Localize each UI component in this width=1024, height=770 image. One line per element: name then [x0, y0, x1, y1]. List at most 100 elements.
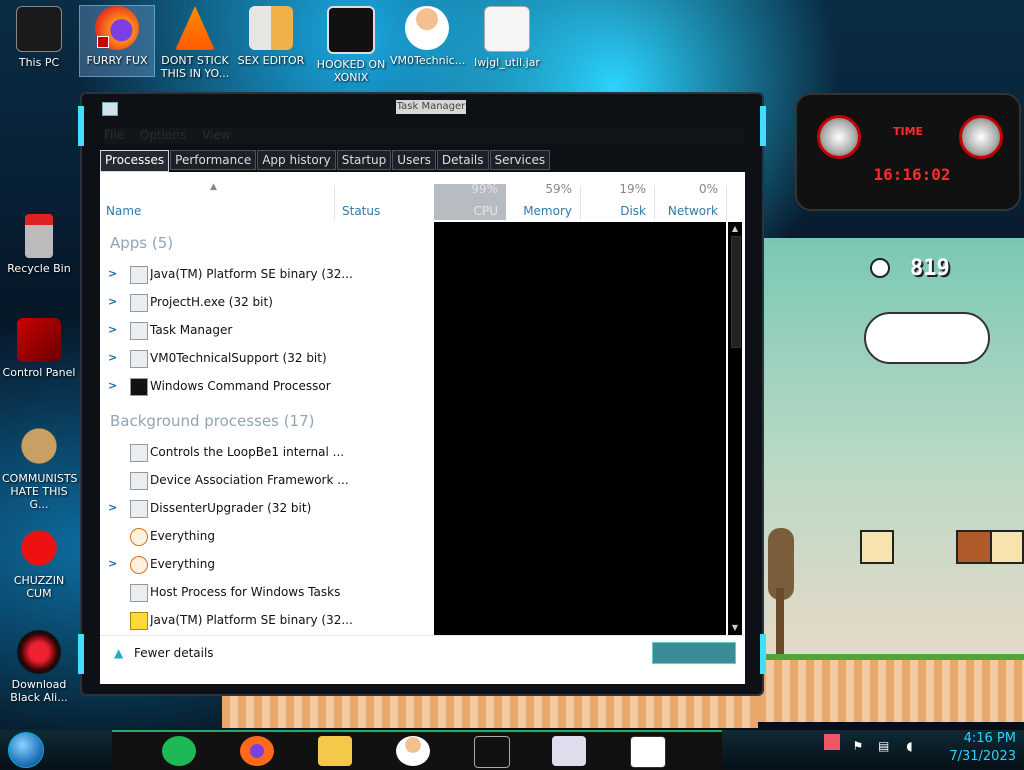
process-row[interactable]: Everything: [106, 524, 430, 548]
tab-startup[interactable]: Startup: [336, 150, 392, 170]
process-row[interactable]: > Java(TM) Platform SE binary (32...: [106, 262, 430, 286]
task-manager-window[interactable]: Task Manager File Options View Processes…: [78, 92, 766, 696]
expand-chevron-icon[interactable]: >: [108, 496, 118, 520]
desktop-icon-label: Control Panel: [2, 366, 76, 379]
computer-icon: [16, 6, 62, 52]
column-name[interactable]: Name: [106, 182, 334, 218]
cmd-icon: [130, 378, 148, 396]
end-task-button[interactable]: [652, 642, 736, 664]
group-apps-header: Apps (5): [110, 234, 174, 252]
menu-bar: File Options View: [104, 128, 744, 144]
flag-icon[interactable]: ⚑: [850, 739, 866, 755]
process-row[interactable]: Device Association Framework ...: [106, 468, 430, 492]
expand-chevron-icon[interactable]: >: [108, 552, 118, 576]
process-row[interactable]: > DissenterUpgrader (32 bit): [106, 496, 430, 520]
file-explorer-icon[interactable]: [318, 736, 352, 766]
timer-icon: [870, 258, 890, 278]
desktop-icon-lwjgl-util[interactable]: lwjgl_util.jar: [470, 6, 544, 69]
desktop-icon-vm0technic[interactable]: VM0Technic...: [390, 6, 465, 67]
desktop-icon-recycle-bin[interactable]: Recycle Bin: [2, 214, 76, 275]
column-name-label: Name: [106, 204, 142, 218]
process-row[interactable]: Java(TM) Platform SE binary (32...: [106, 608, 430, 632]
expand-chevron-icon[interactable]: >: [108, 374, 118, 398]
group-background-header: Background processes (17): [110, 412, 315, 430]
title-bar[interactable]: Task Manager: [96, 100, 746, 118]
game-window[interactable]: 819: [758, 238, 1024, 722]
column-disk[interactable]: 19% Disk: [580, 182, 654, 218]
desktop-icon-label: This PC: [18, 56, 60, 69]
vertical-scrollbar[interactable]: ▲ ▼: [728, 222, 742, 635]
column-cpu[interactable]: 99% CPU: [434, 182, 506, 218]
doctor-icon: [130, 350, 148, 368]
expand-chevron-icon[interactable]: >: [108, 346, 118, 370]
process-name: Windows Command Processor: [150, 379, 331, 393]
desktop-icon-control-panel[interactable]: Control Panel: [2, 318, 76, 379]
alien-head-icon: [817, 115, 861, 159]
scroll-down-icon[interactable]: ▼: [731, 623, 739, 633]
doctor-icon[interactable]: [396, 736, 430, 766]
expand-chevron-icon[interactable]: >: [108, 318, 118, 342]
fewer-details-link[interactable]: ▲ Fewer details: [114, 644, 214, 662]
process-row[interactable]: > VM0TechnicalSupport (32 bit): [106, 346, 430, 370]
menu-file[interactable]: File: [104, 128, 124, 142]
menu-options[interactable]: Options: [140, 128, 186, 142]
spotify-icon[interactable]: [162, 736, 196, 766]
hxd-icon: [249, 6, 293, 50]
widget-title: TIME: [892, 125, 924, 138]
process-row[interactable]: > Task Manager: [106, 318, 430, 342]
fewer-details-label: Fewer details: [134, 646, 214, 660]
disk-percent: 19%: [619, 182, 646, 196]
process-row[interactable]: > Everything: [106, 552, 430, 576]
scrollbar-thumb[interactable]: [731, 236, 741, 348]
process-row[interactable]: > ProjectH.exe (32 bit): [106, 290, 430, 314]
tab-performance[interactable]: Performance: [170, 150, 257, 170]
tab-services[interactable]: Services: [489, 150, 551, 170]
process-row[interactable]: Controls the LoopBe1 internal ...: [106, 440, 430, 464]
tab-users[interactable]: Users: [392, 150, 436, 170]
midi-icon: [130, 444, 148, 462]
search-icon: [130, 556, 148, 574]
chuzzle-icon: [17, 526, 61, 570]
process-name: Controls the LoopBe1 internal ...: [150, 445, 345, 459]
menu-view[interactable]: View: [202, 128, 230, 142]
desktop-icon-communists[interactable]: COMMUNISTS HATE THIS G...: [2, 424, 78, 511]
desktop-icon-vlc[interactable]: DONT STICK THIS IN YO...: [158, 6, 232, 80]
desktop-icon-black-alienware[interactable]: Download Black Ali...: [2, 630, 76, 704]
tab-processes[interactable]: Processes: [100, 150, 170, 172]
desktop-icon-this-pc[interactable]: This PC: [2, 6, 76, 69]
firefox-icon[interactable]: [240, 736, 274, 766]
volume-icon[interactable]: ◖: [901, 739, 917, 755]
process-name: VM0TechnicalSupport (32 bit): [150, 351, 327, 365]
desktop-icon-sex-editor[interactable]: SEX EDITOR: [234, 6, 308, 67]
tab-app-history[interactable]: App history: [257, 150, 336, 170]
network-icon[interactable]: ▤: [876, 739, 892, 755]
process-name: Java(TM) Platform SE binary (32...: [150, 267, 353, 281]
desktop-icon-hooked-on-xonix[interactable]: HOOKED ON XONIX: [314, 6, 388, 84]
taskbar-clock[interactable]: 4:16 PM 7/31/2023: [930, 730, 1016, 766]
face-block: [860, 530, 894, 564]
desktop-icon-label: SEX EDITOR: [237, 54, 305, 67]
desktop-icon-label: Recycle Bin: [7, 262, 71, 275]
column-memory[interactable]: 59% Memory: [506, 182, 580, 218]
expand-chevron-icon[interactable]: >: [108, 290, 118, 314]
desktop-icon-chuzzin[interactable]: CHUZZIN CUM: [2, 526, 76, 600]
column-divider: [726, 186, 727, 220]
firefox-tray-icon[interactable]: [824, 734, 840, 750]
process-row[interactable]: Host Process for Windows Tasks: [106, 580, 430, 604]
column-cpu-label: CPU: [473, 204, 498, 218]
tab-details[interactable]: Details: [436, 150, 489, 170]
scroll-up-icon[interactable]: ▲: [731, 224, 739, 234]
process-name: DissenterUpgrader (32 bit): [150, 501, 312, 515]
expand-chevron-icon[interactable]: >: [108, 262, 118, 286]
column-status[interactable]: Status: [340, 182, 434, 218]
game-icon[interactable]: [630, 736, 666, 768]
start-button[interactable]: [8, 732, 44, 768]
process-list-panel: ▲ Name Status 99% CPU 59% Memory 19% Dis…: [100, 172, 745, 684]
cmd-icon[interactable]: [474, 736, 510, 768]
java-icon[interactable]: [552, 736, 586, 766]
service-icon: [130, 472, 148, 490]
process-row[interactable]: > Windows Command Processor: [106, 374, 430, 398]
desktop-icon-label: lwjgl_util.jar: [474, 56, 540, 69]
column-network[interactable]: 0% Network: [654, 182, 726, 218]
desktop-icon-furry-fux[interactable]: FURRY FUX: [79, 5, 155, 77]
